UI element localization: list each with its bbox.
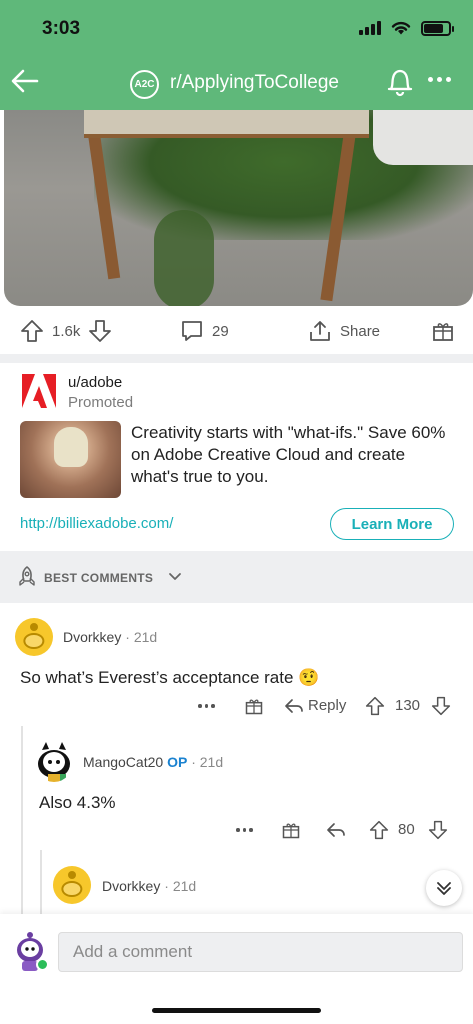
avatar[interactable] bbox=[15, 618, 53, 656]
home-indicator[interactable] bbox=[152, 1008, 321, 1013]
subreddit-logo[interactable]: A2C bbox=[130, 70, 159, 99]
thread-line[interactable] bbox=[21, 726, 23, 914]
comment-meta: · 21d bbox=[164, 878, 197, 894]
collapse-icon bbox=[437, 882, 451, 895]
promoted-label: Promoted bbox=[68, 394, 134, 411]
downvote-icon[interactable] bbox=[431, 696, 451, 716]
comment-count: 29 bbox=[212, 322, 229, 340]
chevron-down-icon[interactable] bbox=[168, 570, 182, 584]
signal-icon bbox=[359, 21, 381, 35]
avatar[interactable] bbox=[34, 738, 74, 782]
share-icon bbox=[310, 321, 330, 341]
sort-label[interactable]: BEST COMMENTS bbox=[44, 571, 153, 585]
app-header: 3:03 A2C r/ApplyingToCollege bbox=[0, 0, 473, 110]
post-image[interactable] bbox=[4, 110, 473, 306]
op-badge: OP bbox=[167, 754, 188, 770]
post-score: 1.6k bbox=[52, 322, 81, 340]
comment-actions: 80 bbox=[236, 818, 458, 842]
comment-body: So what’s Everest’s acceptance rate 🤨 bbox=[20, 668, 320, 687]
award-button[interactable] bbox=[431, 319, 455, 343]
status-icons bbox=[359, 20, 454, 36]
ad-link[interactable]: http://billiexadobe.com/ bbox=[20, 515, 173, 532]
comment-meta: · 21d bbox=[125, 629, 158, 645]
award-icon bbox=[433, 323, 453, 341]
back-arrow-icon[interactable] bbox=[10, 66, 40, 96]
comment-composer-bar: Add a comment bbox=[0, 914, 473, 1024]
upvote-icon[interactable] bbox=[365, 696, 385, 716]
comment-score: 80 bbox=[398, 821, 415, 838]
share-label: Share bbox=[340, 322, 381, 340]
avatar[interactable] bbox=[53, 866, 91, 904]
award-icon[interactable] bbox=[244, 696, 264, 716]
reply-icon[interactable] bbox=[284, 696, 304, 716]
post-action-bar: 1.6k 29 Share bbox=[0, 308, 473, 354]
comment-username[interactable]: Dvorkkey bbox=[63, 629, 121, 645]
ad-thumbnail[interactable] bbox=[20, 421, 121, 498]
promoted-post[interactable]: u/adobe Promoted Creativity starts with … bbox=[0, 363, 473, 551]
comment-meta: · 21d bbox=[191, 754, 224, 770]
wifi-icon bbox=[391, 21, 411, 35]
downvote-icon[interactable] bbox=[428, 820, 448, 840]
comment-body: Also 4.3% bbox=[39, 793, 116, 812]
comment-icon bbox=[182, 321, 202, 341]
comment-age: 21d bbox=[199, 754, 224, 770]
subreddit-name[interactable]: r/ApplyingToCollege bbox=[170, 72, 339, 94]
comment-actions: Reply 130 bbox=[198, 694, 458, 718]
comment-author[interactable]: Dvorkkey · 21d bbox=[102, 878, 196, 894]
adobe-logo-icon[interactable] bbox=[20, 372, 58, 410]
more-icon[interactable] bbox=[198, 704, 215, 708]
comments-button[interactable]: 29 bbox=[180, 319, 229, 343]
add-comment-input[interactable]: Add a comment bbox=[58, 932, 463, 972]
comment-score: 130 bbox=[395, 697, 421, 714]
bell-icon[interactable] bbox=[386, 66, 414, 98]
vote-group: 1.6k bbox=[20, 319, 112, 343]
thread-line[interactable] bbox=[40, 850, 42, 914]
comment-author[interactable]: Dvorkkey · 21d bbox=[63, 629, 157, 645]
comment-age: 21d bbox=[133, 629, 158, 645]
section-divider bbox=[0, 354, 473, 363]
comment-username[interactable]: MangoCat20 bbox=[83, 754, 163, 770]
ad-text[interactable]: Creativity starts with "what-ifs." Save … bbox=[131, 422, 451, 488]
upvote-icon[interactable] bbox=[20, 319, 44, 343]
reply-icon[interactable] bbox=[326, 820, 346, 840]
more-icon[interactable] bbox=[236, 828, 253, 832]
reply-label[interactable]: Reply bbox=[308, 697, 346, 714]
upvote-icon[interactable] bbox=[369, 820, 389, 840]
collapse-thread-button[interactable] bbox=[426, 870, 462, 906]
battery-icon bbox=[421, 20, 454, 36]
online-status-badge bbox=[36, 958, 49, 971]
comment-username[interactable]: Dvorkkey bbox=[102, 878, 160, 894]
comment-author[interactable]: MangoCat20 OP · 21d bbox=[83, 754, 223, 770]
award-icon[interactable] bbox=[281, 820, 301, 840]
comment-age: 21d bbox=[172, 878, 197, 894]
downvote-icon[interactable] bbox=[88, 319, 112, 343]
status-time: 3:03 bbox=[42, 18, 81, 39]
more-icon[interactable] bbox=[428, 74, 452, 84]
comment-sort-bar[interactable]: BEST COMMENTS bbox=[0, 551, 473, 603]
rocket-icon bbox=[19, 566, 35, 586]
ad-username[interactable]: u/adobe bbox=[68, 374, 122, 391]
learn-more-button[interactable]: Learn More bbox=[330, 508, 454, 540]
share-button[interactable]: Share bbox=[308, 319, 380, 343]
